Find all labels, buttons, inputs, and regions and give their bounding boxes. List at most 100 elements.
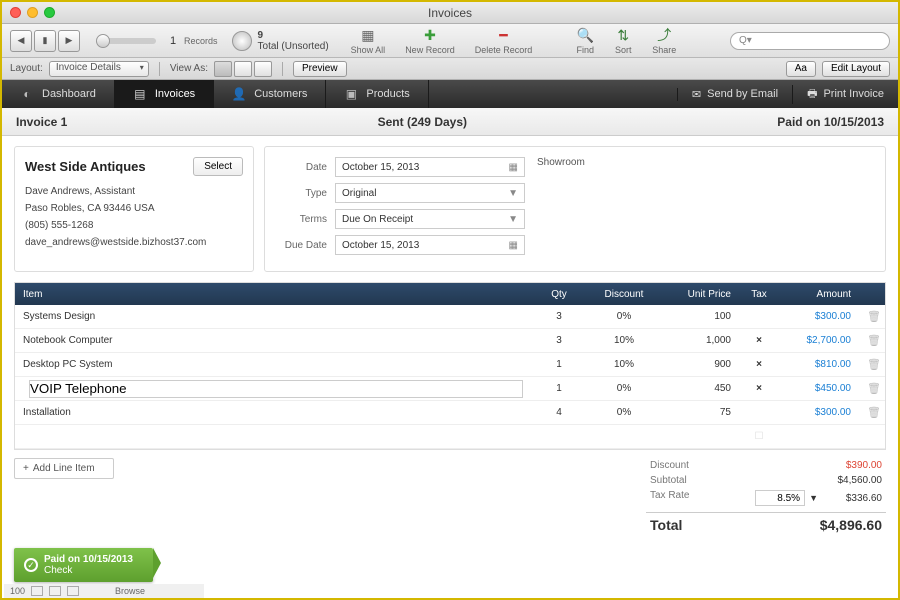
zoom-level[interactable]: 100 [10, 586, 25, 596]
due-date-input[interactable]: October 15, 2013▦ [335, 235, 525, 255]
item-tax[interactable]: × [739, 383, 779, 394]
browse-mode[interactable]: Browse [115, 586, 145, 596]
item-amount[interactable]: $2,700.00 [779, 335, 859, 346]
trash-icon[interactable]: 🗑 [867, 335, 881, 347]
trash-icon[interactable]: 🗑 [867, 311, 881, 323]
customer-phone: (805) 555-1268 [25, 220, 243, 231]
document-icon: ▤ [133, 87, 147, 101]
item-amount[interactable]: $300.00 [779, 311, 859, 322]
mode-icon[interactable] [31, 586, 43, 596]
table-row[interactable]: Installation40%75$300.00🗑 [15, 401, 885, 425]
table-row[interactable]: Desktop PC System110%900×$810.00🗑 [15, 353, 885, 377]
delete-record-button[interactable]: ━Delete Record [467, 26, 541, 55]
col-unit-price: Unit Price [659, 289, 739, 300]
item-tax[interactable]: × [739, 359, 779, 370]
item-name: Notebook Computer [15, 335, 529, 346]
tab-customers[interactable]: 👤Customers [214, 80, 326, 108]
item-tax[interactable]: × [739, 335, 779, 346]
tax-rate-input[interactable] [755, 490, 805, 506]
customer-address: Paso Robles, CA 93446 USA [25, 203, 243, 214]
window-title: Invoices [2, 6, 898, 20]
item-amount[interactable]: $810.00 [779, 359, 859, 370]
search-input[interactable]: Q▾ [730, 32, 890, 50]
invoice-status: Sent (249 Days) [67, 115, 777, 129]
invoice-note[interactable]: Showroom [525, 157, 875, 261]
paid-badge: ✓ Paid on 10/15/2013 Check [14, 548, 153, 582]
taxrate-label: Tax Rate [650, 490, 689, 506]
table-row[interactable]: 10%450×$450.00🗑 [15, 377, 885, 401]
person-icon: 👤 [232, 87, 246, 101]
table-row[interactable]: Systems Design30%100$300.00🗑 [15, 305, 885, 329]
customer-contact: Dave Andrews, Assistant [25, 186, 243, 197]
terms-select[interactable]: Due On Receipt▼ [335, 209, 525, 229]
search-glyph-icon: Q▾ [739, 35, 752, 46]
check-icon: ✓ [24, 558, 38, 572]
record-slider[interactable] [96, 38, 156, 44]
edit-layout-button[interactable]: Edit Layout [822, 61, 890, 77]
print-invoice-button[interactable]: 🖶Print Invoice [792, 85, 898, 104]
item-amount[interactable]: $450.00 [779, 383, 859, 394]
item-name-input[interactable] [29, 380, 523, 398]
preview-button[interactable]: Preview [293, 61, 347, 77]
mode-icon[interactable] [67, 586, 79, 596]
customer-name: West Side Antiques [25, 159, 146, 174]
table-row-empty[interactable]: ☐ [15, 425, 885, 449]
share-icon: ⤴ [655, 26, 673, 44]
find-button[interactable]: 🔍Find [568, 26, 602, 55]
view-list-button[interactable] [234, 61, 252, 77]
plus-icon: ✚ [421, 26, 439, 44]
mail-icon: ✉ [692, 88, 701, 101]
item-price: 900 [659, 359, 739, 370]
record-index: 1 [166, 35, 180, 47]
prev-record-button[interactable]: ◀ [10, 30, 32, 52]
select-customer-button[interactable]: Select [193, 157, 243, 176]
item-discount: 0% [589, 383, 659, 394]
total-value: $4,896.60 [820, 517, 882, 533]
item-qty: 3 [529, 311, 589, 322]
total-label: Total [650, 517, 682, 533]
col-amount: Amount [779, 289, 859, 300]
sort-button[interactable]: ⇅Sort [606, 26, 640, 55]
book-icon[interactable]: ▮ [34, 30, 56, 52]
layout-select[interactable]: Invoice Details [49, 61, 149, 77]
toolbar: ◀ ▮ ▶ 1 Records 9 Total (Unsorted) ▦Show… [2, 24, 898, 58]
nav-tabs: ◐Dashboard ▤Invoices 👤Customers ▣Product… [2, 80, 898, 108]
line-items-table: Item Qty Discount Unit Price Tax Amount … [14, 282, 886, 450]
terms-label: Terms [275, 214, 335, 225]
grid-icon: ▦ [359, 26, 377, 44]
trash-icon[interactable]: 🗑 [867, 383, 881, 395]
next-record-button[interactable]: ▶ [58, 30, 80, 52]
send-email-button[interactable]: ✉Send by Email [677, 88, 792, 101]
item-tax[interactable]: ☐ [739, 431, 779, 442]
trash-icon[interactable]: 🗑 [867, 359, 881, 371]
trash-icon[interactable]: 🗑 [867, 407, 881, 419]
mode-icon[interactable] [49, 586, 61, 596]
pie-icon[interactable] [232, 31, 252, 51]
item-name: Installation [15, 407, 529, 418]
add-line-item-button[interactable]: +Add Line Item [14, 458, 114, 479]
new-record-button[interactable]: ✚New Record [397, 26, 463, 55]
col-item: Item [15, 289, 529, 300]
subtotal-value: $4,560.00 [838, 475, 883, 486]
customer-email: dave_andrews@westside.bizhost37.com [25, 237, 243, 248]
view-form-button[interactable] [214, 61, 232, 77]
tab-products[interactable]: ▣Products [326, 80, 428, 108]
tab-invoices[interactable]: ▤Invoices [115, 80, 214, 108]
tab-dashboard[interactable]: ◐Dashboard [2, 80, 115, 108]
customer-card: West Side Antiques Select Dave Andrews, … [14, 146, 254, 272]
show-all-button[interactable]: ▦Show All [343, 26, 394, 55]
type-select[interactable]: Original▼ [335, 183, 525, 203]
table-row[interactable]: Notebook Computer310%1,000×$2,700.00🗑 [15, 329, 885, 353]
text-format-button[interactable]: Aa [786, 61, 816, 77]
gauge-icon: ◐ [20, 87, 34, 101]
status-bar: 100 Browse [4, 584, 204, 598]
view-table-button[interactable] [254, 61, 272, 77]
share-button[interactable]: ⤴Share [644, 26, 684, 55]
date-input[interactable]: October 15, 2013▦ [335, 157, 525, 177]
item-amount[interactable]: $300.00 [779, 407, 859, 418]
discount-label: Discount [650, 460, 689, 471]
tax-value: $336.60 [822, 493, 882, 504]
type-label: Type [275, 188, 335, 199]
view-label: View As: [170, 63, 208, 74]
chevron-down-icon[interactable]: ▼ [809, 493, 818, 503]
